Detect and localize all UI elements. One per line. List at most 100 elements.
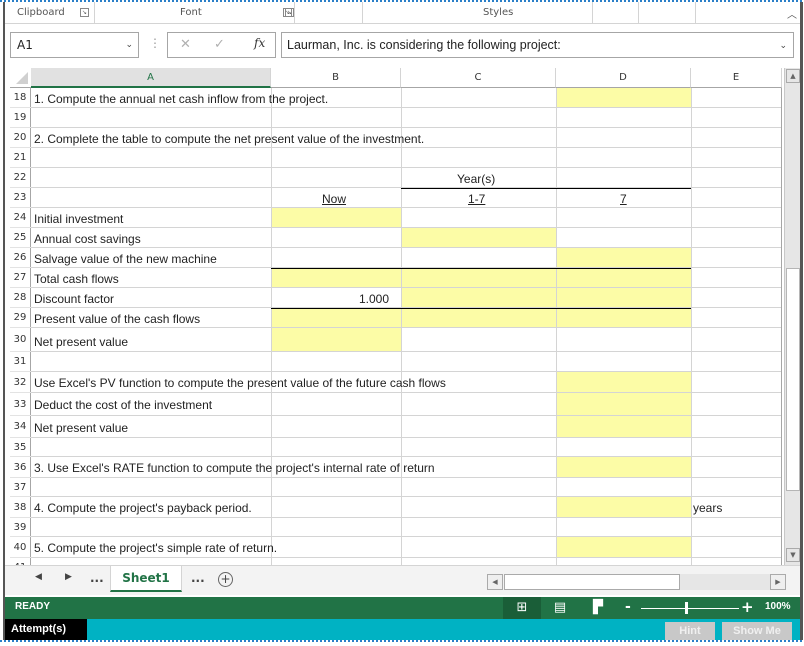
cell-a24[interactable]: Initial investment (34, 212, 123, 226)
cell-a38[interactable]: 4. Compute the project's payback period. (34, 501, 252, 515)
page-layout-view-icon[interactable]: ▤ (541, 597, 579, 619)
input-cell-d26[interactable] (556, 248, 691, 268)
row-header-22[interactable]: 22 (10, 168, 31, 188)
zoom-level[interactable]: 100% (765, 601, 791, 612)
cell-a26[interactable]: Salvage value of the new machine (34, 252, 217, 266)
row-header-28[interactable]: 28 (10, 288, 31, 308)
cell-c23[interactable]: 1-7 (468, 192, 485, 206)
row-header-33[interactable]: 33 (10, 393, 31, 416)
cell-a20[interactable]: 2. Complete the table to compute the net… (34, 132, 424, 146)
row-header-34[interactable]: 34 (10, 416, 31, 438)
column-header-b[interactable]: B (271, 68, 401, 88)
column-header-a[interactable]: A (31, 68, 271, 88)
cell-a32[interactable]: Use Excel's PV function to compute the p… (34, 376, 446, 390)
scroll-left-icon[interactable]: ◀ (487, 574, 503, 590)
cell-a34[interactable]: Net present value (34, 421, 128, 435)
row-header-39[interactable]: 39 (10, 518, 31, 537)
input-cell-b30[interactable] (271, 328, 401, 352)
input-cell-b24[interactable] (271, 208, 401, 228)
select-all-button[interactable] (10, 68, 31, 88)
row-header-38[interactable]: 38 (10, 497, 31, 518)
column-header-d[interactable]: D (556, 68, 691, 88)
input-cell-d18[interactable] (556, 88, 691, 108)
row-header-41[interactable]: 41 (10, 558, 31, 565)
chevron-down-icon[interactable]: ⌄ (125, 33, 133, 57)
scroll-down-icon[interactable]: ▼ (786, 548, 800, 562)
name-box[interactable]: A1 ⌄ (10, 32, 139, 58)
input-row-28[interactable] (401, 288, 691, 308)
zoom-slider-thumb[interactable] (685, 602, 688, 614)
drag-handle-icon[interactable]: ⋮ (149, 36, 161, 50)
zoom-slider[interactable] (641, 608, 739, 609)
more-sheets-right-button[interactable]: ... (191, 571, 205, 585)
input-cell-d40[interactable] (556, 537, 691, 558)
vertical-scroll-thumb[interactable] (786, 268, 800, 491)
cell-a30[interactable]: Net present value (34, 335, 128, 349)
row-header-40[interactable]: 40 (10, 537, 31, 558)
spreadsheet-grid[interactable]: A B C D E 18 19 20 21 22 23 24 25 26 27 28 29 30 31 32… (10, 68, 782, 565)
cell-b23[interactable]: Now (322, 192, 346, 206)
page-break-view-icon[interactable]: ▛ (579, 597, 617, 619)
alignment-launcher-icon[interactable]: ↘ (283, 8, 292, 17)
horizontal-scroll-track[interactable] (504, 574, 770, 590)
expand-formula-icon[interactable]: ⌄ (779, 33, 787, 57)
cell-e38[interactable]: years (693, 501, 722, 515)
tab-sheet1[interactable]: Sheet1 (110, 566, 182, 592)
row-header-24[interactable]: 24 (10, 208, 31, 228)
zoom-out-button[interactable]: - (625, 599, 631, 615)
cell-a18[interactable]: 1. Compute the annual net cash inflow fr… (34, 92, 328, 106)
show-me-button[interactable]: Show Me (722, 622, 792, 640)
row-header-20[interactable]: 20 (10, 128, 31, 148)
row-header-21[interactable]: 21 (10, 148, 31, 168)
row-header-25[interactable]: 25 (10, 228, 31, 248)
input-cell-d36[interactable] (556, 457, 691, 478)
zoom-in-button[interactable]: + (741, 598, 754, 616)
cell-a36[interactable]: 3. Use Excel's RATE function to compute … (34, 461, 435, 475)
cell-a29[interactable]: Present value of the cash flows (34, 312, 200, 326)
row-header-26[interactable]: 26 (10, 248, 31, 268)
input-cell-d38[interactable] (556, 497, 691, 518)
more-sheets-left-button[interactable]: ... (90, 571, 104, 585)
enter-icon[interactable]: ✓ (214, 37, 225, 52)
cell-a33[interactable]: Deduct the cost of the investment (34, 398, 212, 412)
cell-a25[interactable]: Annual cost savings (34, 232, 141, 246)
formula-input[interactable]: Laurman, Inc. is considering the followi… (281, 32, 794, 58)
horizontal-scroll-thumb[interactable] (504, 574, 680, 590)
row-header-37[interactable]: 37 (10, 478, 31, 497)
cell-d23[interactable]: 7 (620, 192, 627, 206)
next-sheet-icon[interactable]: ▶ (65, 572, 72, 582)
cell-b28[interactable]: 1.000 (359, 292, 389, 306)
cancel-icon[interactable]: ✕ (180, 37, 191, 52)
row-header-30[interactable]: 30 (10, 328, 31, 352)
input-cells-d32-d34[interactable] (556, 372, 691, 438)
previous-sheet-icon[interactable]: ◀ (35, 572, 42, 582)
vertical-scrollbar[interactable]: ▲ ▼ (784, 68, 800, 565)
column-header-e[interactable]: E (691, 68, 782, 88)
row-header-32[interactable]: 32 (10, 372, 31, 393)
row-header-31[interactable]: 31 (10, 352, 31, 372)
input-row-27[interactable] (271, 268, 691, 288)
row-header-19[interactable]: 19 (10, 108, 31, 128)
cell-a40[interactable]: 5. Compute the project's simple rate of … (34, 541, 277, 555)
row-header-36[interactable]: 36 (10, 457, 31, 478)
row-header-23[interactable]: 23 (10, 188, 31, 208)
add-sheet-icon[interactable]: + (218, 572, 233, 587)
normal-view-icon[interactable]: ⊞ (503, 597, 541, 619)
cell-a28[interactable]: Discount factor (34, 292, 114, 306)
row-header-35[interactable]: 35 (10, 438, 31, 457)
row-header-18[interactable]: 18 (10, 88, 31, 108)
input-row-29[interactable] (271, 308, 691, 328)
cell-a27[interactable]: Total cash flows (34, 272, 119, 286)
scroll-right-icon[interactable]: ▶ (770, 574, 786, 590)
horizontal-scrollbar[interactable]: ◀ ▶ (487, 574, 787, 590)
row-header-29[interactable]: 29 (10, 308, 31, 328)
insert-function-icon[interactable]: fx (254, 36, 265, 50)
hint-button[interactable]: Hint (665, 622, 715, 640)
column-header-c[interactable]: C (401, 68, 556, 88)
chevron-up-icon[interactable]: ︿ (785, 6, 799, 21)
input-cell-c25[interactable] (401, 228, 556, 248)
row-header-27[interactable]: 27 (10, 268, 31, 288)
scroll-up-icon[interactable]: ▲ (786, 69, 800, 83)
clipboard-launcher-icon[interactable]: ↘ (80, 8, 89, 17)
cell-c22[interactable]: Year(s) (457, 172, 495, 186)
